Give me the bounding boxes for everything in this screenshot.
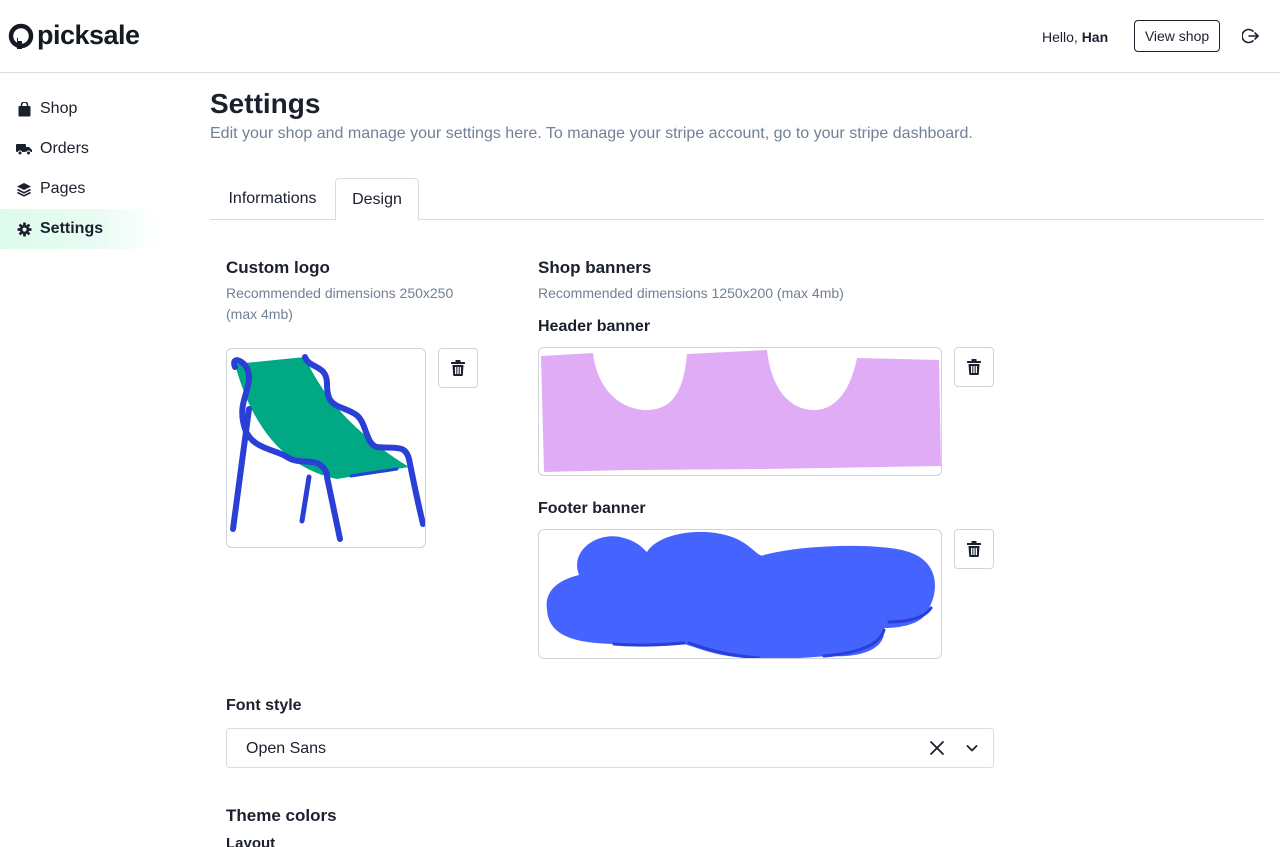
brand-name: picksale <box>37 20 140 50</box>
sidebar-item-label: Pages <box>40 180 86 197</box>
logo-preview[interactable] <box>226 348 426 548</box>
chair-logo-image <box>230 354 425 542</box>
shop-banners-hint: Recommended dimensions 1250x200 (max 4mb… <box>538 285 844 301</box>
layout-label: Layout <box>226 835 276 847</box>
user-greeting: Hello, Han <box>1042 29 1108 45</box>
header-banner-preview[interactable] <box>538 347 942 476</box>
tab-design[interactable]: Design <box>335 178 419 221</box>
sidebar-item-shop[interactable]: Shop <box>0 89 160 129</box>
gear-icon <box>16 221 32 237</box>
sidebar-item-pages[interactable]: Pages <box>0 169 160 209</box>
font-style-label: Font style <box>226 697 302 714</box>
logout-icon[interactable] <box>1242 27 1260 45</box>
footer-banner-label: Footer banner <box>538 500 646 517</box>
sidebar-item-settings[interactable]: Settings <box>0 209 160 249</box>
footer-banner-image <box>546 531 935 658</box>
header-banner-image <box>541 350 941 472</box>
custom-logo-title: Custom logo <box>226 258 330 277</box>
theme-colors-title: Theme colors <box>226 806 337 825</box>
sidebar-item-label: Orders <box>40 140 89 157</box>
footer-banner-preview[interactable] <box>538 529 942 659</box>
delete-logo-button[interactable] <box>438 348 478 388</box>
header-banner-label: Header banner <box>538 318 651 335</box>
font-style-select[interactable]: Open Sans <box>226 728 994 768</box>
delete-header-banner-button[interactable] <box>954 347 994 387</box>
trash-icon <box>967 359 981 375</box>
delete-footer-banner-button[interactable] <box>954 529 994 569</box>
sidebar-item-label: Settings <box>40 220 104 237</box>
font-style-value: Open Sans <box>246 740 327 757</box>
top-bar: picksale Hello, Han View shop <box>0 0 1280 73</box>
sidebar-item-orders[interactable]: Orders <box>0 129 160 169</box>
shop-banners-title: Shop banners <box>538 258 652 277</box>
sidebar-nav: Shop Orders Pages Settings <box>0 89 160 249</box>
clear-icon[interactable] <box>928 739 946 757</box>
settings-tabs: Informations Design <box>210 178 1264 221</box>
sidebar-item-label: Shop <box>40 100 78 117</box>
layers-icon <box>16 181 32 197</box>
trash-icon <box>451 360 465 376</box>
shopping-bag-icon <box>16 101 32 117</box>
page-subtitle: Edit your shop and manage your settings … <box>210 125 973 142</box>
tab-informations[interactable]: Informations <box>210 178 335 220</box>
page-title: Settings <box>210 88 321 119</box>
chevron-down-icon[interactable] <box>965 741 979 755</box>
trash-icon <box>967 541 981 557</box>
greeting-prefix: Hello, <box>1042 29 1078 45</box>
brand-logo[interactable]: picksale <box>8 22 140 49</box>
view-shop-button[interactable]: View shop <box>1134 20 1220 52</box>
custom-logo-hint: Recommended dimensions 250x250 (max 4mb) <box>226 285 454 322</box>
picksale-logo-icon <box>8 23 34 49</box>
truck-icon <box>16 141 32 157</box>
user-name: Han <box>1081 29 1109 45</box>
